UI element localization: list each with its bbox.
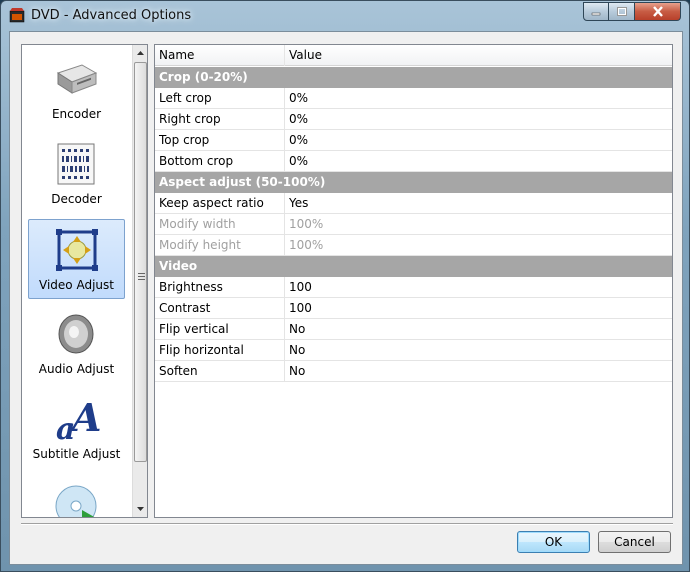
category-label: Aspect adjust (50-100%) (159, 175, 326, 189)
property-value[interactable]: 0% (285, 151, 672, 171)
grid-property-row[interactable]: Soften No (155, 361, 672, 382)
property-value[interactable]: No (285, 319, 672, 339)
title-bar[interactable]: DVD - Advanced Options (1, 1, 689, 31)
property-value[interactable]: No (285, 361, 672, 381)
property-value: 100% (289, 217, 324, 231)
grid-property-row[interactable]: Modify width 100% (155, 214, 672, 235)
grid-property-row[interactable]: Bottom crop 0% (155, 151, 672, 172)
property-value[interactable]: 100 (285, 277, 672, 297)
grid-property-row[interactable]: Flip vertical No (155, 319, 672, 340)
grid-property-row[interactable]: Top crop 0% (155, 130, 672, 151)
grid-property-row[interactable]: Modify height 100% (155, 235, 672, 256)
grid-property-row[interactable]: Brightness 100 (155, 277, 672, 298)
sidebar-item-disc[interactable] (28, 474, 125, 517)
maximize-button[interactable] (609, 2, 635, 21)
property-name: Top crop (155, 130, 285, 150)
dialog-window: DVD - Advanced Options Encoder Decoder V… (0, 0, 690, 572)
sidebar-item-encoder[interactable]: Encoder (28, 49, 125, 129)
close-button[interactable] (635, 2, 681, 21)
property-grid: Name Value Crop (0-20%) Left crop 0% Right … (154, 44, 673, 518)
button-separator (21, 523, 673, 525)
cancel-button[interactable]: Cancel (598, 531, 671, 553)
sidebar-item-decoder[interactable]: Decoder (28, 134, 125, 214)
grid-category-row[interactable]: Crop (0-20%) (155, 67, 672, 88)
sidebar-item-video-adjust[interactable]: Video Adjust (28, 219, 125, 299)
audio-adjust-icon (58, 314, 94, 354)
grid-header: Name Value (155, 45, 672, 66)
property-name: Flip horizontal (155, 340, 285, 360)
subtitle-adjust-icon: a A (56, 395, 100, 443)
grid-category-row[interactable]: Video (155, 256, 672, 277)
grid-property-row[interactable]: Contrast 100 (155, 298, 672, 319)
minimize-icon (591, 12, 601, 15)
close-icon (652, 6, 663, 17)
grid-property-row[interactable]: Flip horizontal No (155, 340, 672, 361)
category-label: Crop (0-20%) (159, 70, 248, 84)
property-name: Modify width (155, 214, 285, 234)
sidebar-item-label: Subtitle Adjust (32, 447, 121, 461)
property-name: Bottom crop (155, 151, 285, 171)
property-value[interactable]: No (285, 340, 672, 360)
property-value[interactable]: 0% (285, 130, 672, 150)
property-name: Modify height (155, 235, 285, 255)
arrow-down-icon (137, 506, 144, 511)
app-icon (9, 8, 25, 23)
video-adjust-icon (56, 229, 98, 271)
decoder-icon (57, 143, 95, 185)
property-value[interactable]: 0% (285, 88, 672, 108)
column-header-value[interactable]: Value (285, 45, 672, 66)
property-value: 100% (289, 238, 324, 252)
sidebar-item-label: Audio Adjust (38, 362, 115, 376)
grip-icon (138, 273, 145, 280)
grid-property-row[interactable]: Keep aspect ratio Yes (155, 193, 672, 214)
category-sidebar: Encoder Decoder Video Adjust Audio Adjus… (21, 44, 148, 518)
property-name: Soften (155, 361, 285, 381)
encoder-icon (56, 64, 98, 94)
window-title: DVD - Advanced Options (31, 8, 192, 23)
property-name: Brightness (155, 277, 285, 297)
sidebar-item-subtitle-adjust[interactable]: a A Subtitle Adjust (28, 389, 125, 469)
property-name: Keep aspect ratio (155, 193, 285, 213)
property-name: Left crop (155, 88, 285, 108)
property-name: Contrast (155, 298, 285, 318)
property-value[interactable]: Yes (285, 193, 672, 213)
sidebar-item-label: Video Adjust (39, 278, 114, 292)
category-label: Video (159, 259, 198, 273)
maximize-icon (616, 7, 627, 16)
disc-icon (55, 485, 97, 517)
arrow-up-icon (137, 50, 144, 55)
sidebar-scrollbar[interactable] (132, 45, 147, 517)
ok-button[interactable]: OK (517, 531, 590, 553)
sidebar-item-label: Encoder (51, 107, 102, 121)
grid-property-row[interactable]: Right crop 0% (155, 109, 672, 130)
column-header-name[interactable]: Name (155, 45, 285, 66)
scroll-down-button[interactable] (133, 501, 147, 516)
scrollbar-thumb[interactable] (134, 62, 147, 462)
grid-category-row[interactable]: Aspect adjust (50-100%) (155, 172, 672, 193)
sidebar-item-audio-adjust[interactable]: Audio Adjust (28, 304, 125, 384)
property-name: Flip vertical (155, 319, 285, 339)
dialog-client-area: Encoder Decoder Video Adjust Audio Adjus… (9, 31, 683, 565)
grid-property-row[interactable]: Left crop 0% (155, 88, 672, 109)
minimize-button[interactable] (583, 2, 609, 21)
scroll-up-button[interactable] (133, 45, 147, 60)
sidebar-item-label: Decoder (51, 192, 102, 206)
property-value[interactable]: 0% (285, 109, 672, 129)
property-value[interactable]: 100 (285, 298, 672, 318)
property-name: Right crop (155, 109, 285, 129)
svg-text:A: A (69, 395, 100, 440)
